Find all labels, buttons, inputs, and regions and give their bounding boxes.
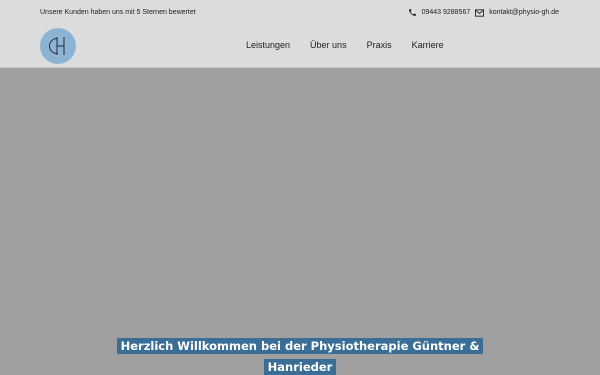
hero-title: Herzlich Willkommen bei der Physiotherap… — [111, 336, 489, 375]
phone-number: 09443 9288567 — [421, 9, 471, 16]
hero-title-text: Herzlich Willkommen bei der Physiotherap… — [116, 338, 484, 375]
mail-icon — [475, 8, 485, 17]
page: Unsere Kunden haben uns mit 5 Sternen be… — [0, 0, 600, 375]
hero-section: Herzlich Willkommen bei der Physiotherap… — [0, 68, 600, 375]
phone-link[interactable]: 09443 9288567 — [408, 8, 471, 17]
nav-item-leistungen[interactable]: Leistungen — [246, 40, 290, 50]
nav-item-ueber-uns[interactable]: Über uns — [310, 40, 347, 50]
site-logo[interactable] — [40, 28, 76, 64]
main-nav: Leistungen Über uns Praxis Karriere — [246, 40, 444, 50]
email-link[interactable]: kontakt@physio-gh.de — [475, 8, 559, 17]
rating-tagline: Unsere Kunden haben uns mit 5 Sternen be… — [40, 9, 196, 16]
contact-info: 09443 9288567 kontakt@physio-gh.de — [408, 8, 559, 17]
site-header: Unsere Kunden haben uns mit 5 Sternen be… — [0, 0, 600, 68]
phone-icon — [408, 9, 416, 16]
email-address: kontakt@physio-gh.de — [489, 9, 559, 16]
nav-item-karriere[interactable]: Karriere — [412, 40, 444, 50]
nav-item-praxis[interactable]: Praxis — [367, 40, 392, 50]
gh-monogram-logo — [49, 37, 65, 55]
top-bar: Unsere Kunden haben uns mit 5 Sternen be… — [0, 0, 600, 26]
